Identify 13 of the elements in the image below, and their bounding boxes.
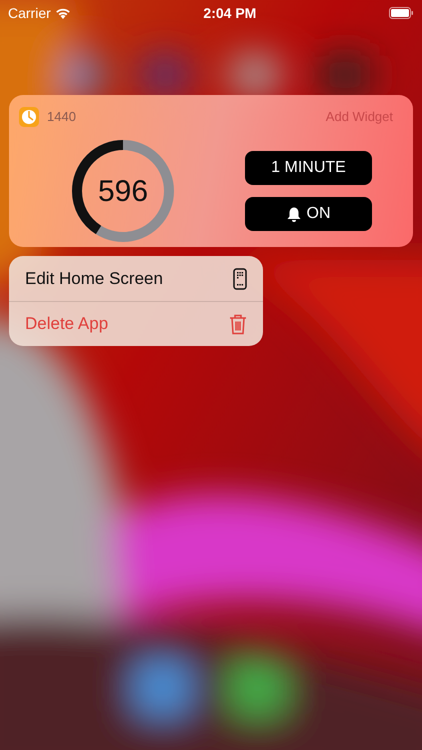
- counter-value: 596: [96, 174, 150, 210]
- bell-icon: [286, 206, 300, 222]
- trash-icon: [229, 314, 247, 334]
- interval-button[interactable]: 1 MINUTE: [245, 151, 372, 185]
- wifi-icon: [54, 7, 71, 19]
- app-icon: [19, 107, 39, 127]
- app-name: 1440: [47, 108, 76, 126]
- battery-icon: [388, 7, 414, 19]
- phone-grid-icon: [233, 268, 247, 290]
- menu-item[interactable]: Edit Home Screen: [9, 256, 263, 301]
- clock-time: 2:04 PM: [203, 4, 256, 22]
- carrier-name: Carrier: [8, 4, 51, 22]
- alert-toggle-button[interactable]: ON: [245, 197, 372, 231]
